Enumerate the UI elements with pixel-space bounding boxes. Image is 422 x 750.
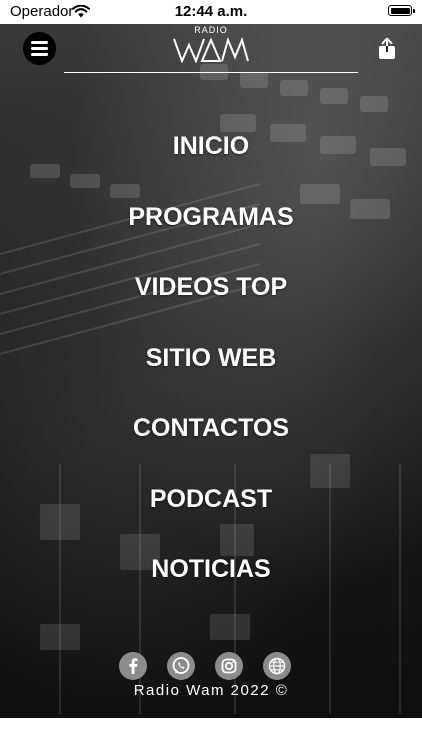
hamburger-menu-icon	[31, 41, 48, 56]
header-divider	[64, 72, 358, 73]
share-icon	[379, 37, 395, 59]
facebook-button[interactable]	[119, 652, 147, 680]
menu-item-sitio-web[interactable]: SITIO WEB	[0, 343, 422, 373]
menu-item-noticias[interactable]: NOTICIAS	[0, 554, 422, 584]
menu-item-videos-top[interactable]: VIDEOS TOP	[0, 272, 422, 302]
share-button[interactable]	[376, 37, 398, 60]
status-bar: Operador 12:44 a.m.	[0, 0, 422, 24]
instagram-icon	[221, 658, 237, 674]
facebook-icon	[129, 658, 138, 674]
logo-small-text: RADIO	[194, 25, 228, 35]
radio-wam-logo: RADIO	[170, 26, 252, 64]
app-screen: RADIO INICIO PROGRAMAS VIDEOS TOP SITIO …	[0, 24, 422, 718]
copyright-text: Radio Wam 2022 ©	[133, 682, 289, 699]
logo-wordmark	[173, 37, 249, 63]
whatsapp-button[interactable]	[167, 652, 195, 680]
menu-item-programas[interactable]: PROGRAMAS	[0, 202, 422, 232]
whatsapp-icon	[172, 657, 190, 674]
battery-icon	[388, 5, 415, 16]
menu-button[interactable]	[23, 32, 56, 65]
globe-icon	[268, 657, 286, 675]
menu-item-contactos[interactable]: CONTACTOS	[0, 413, 422, 443]
menu-item-podcast[interactable]: PODCAST	[0, 484, 422, 514]
website-button[interactable]	[263, 652, 291, 680]
status-time: 12:44 a.m.	[174, 3, 248, 20]
bottom-area	[0, 718, 422, 750]
menu-item-inicio[interactable]: INICIO	[0, 131, 422, 161]
instagram-button[interactable]	[215, 652, 243, 680]
